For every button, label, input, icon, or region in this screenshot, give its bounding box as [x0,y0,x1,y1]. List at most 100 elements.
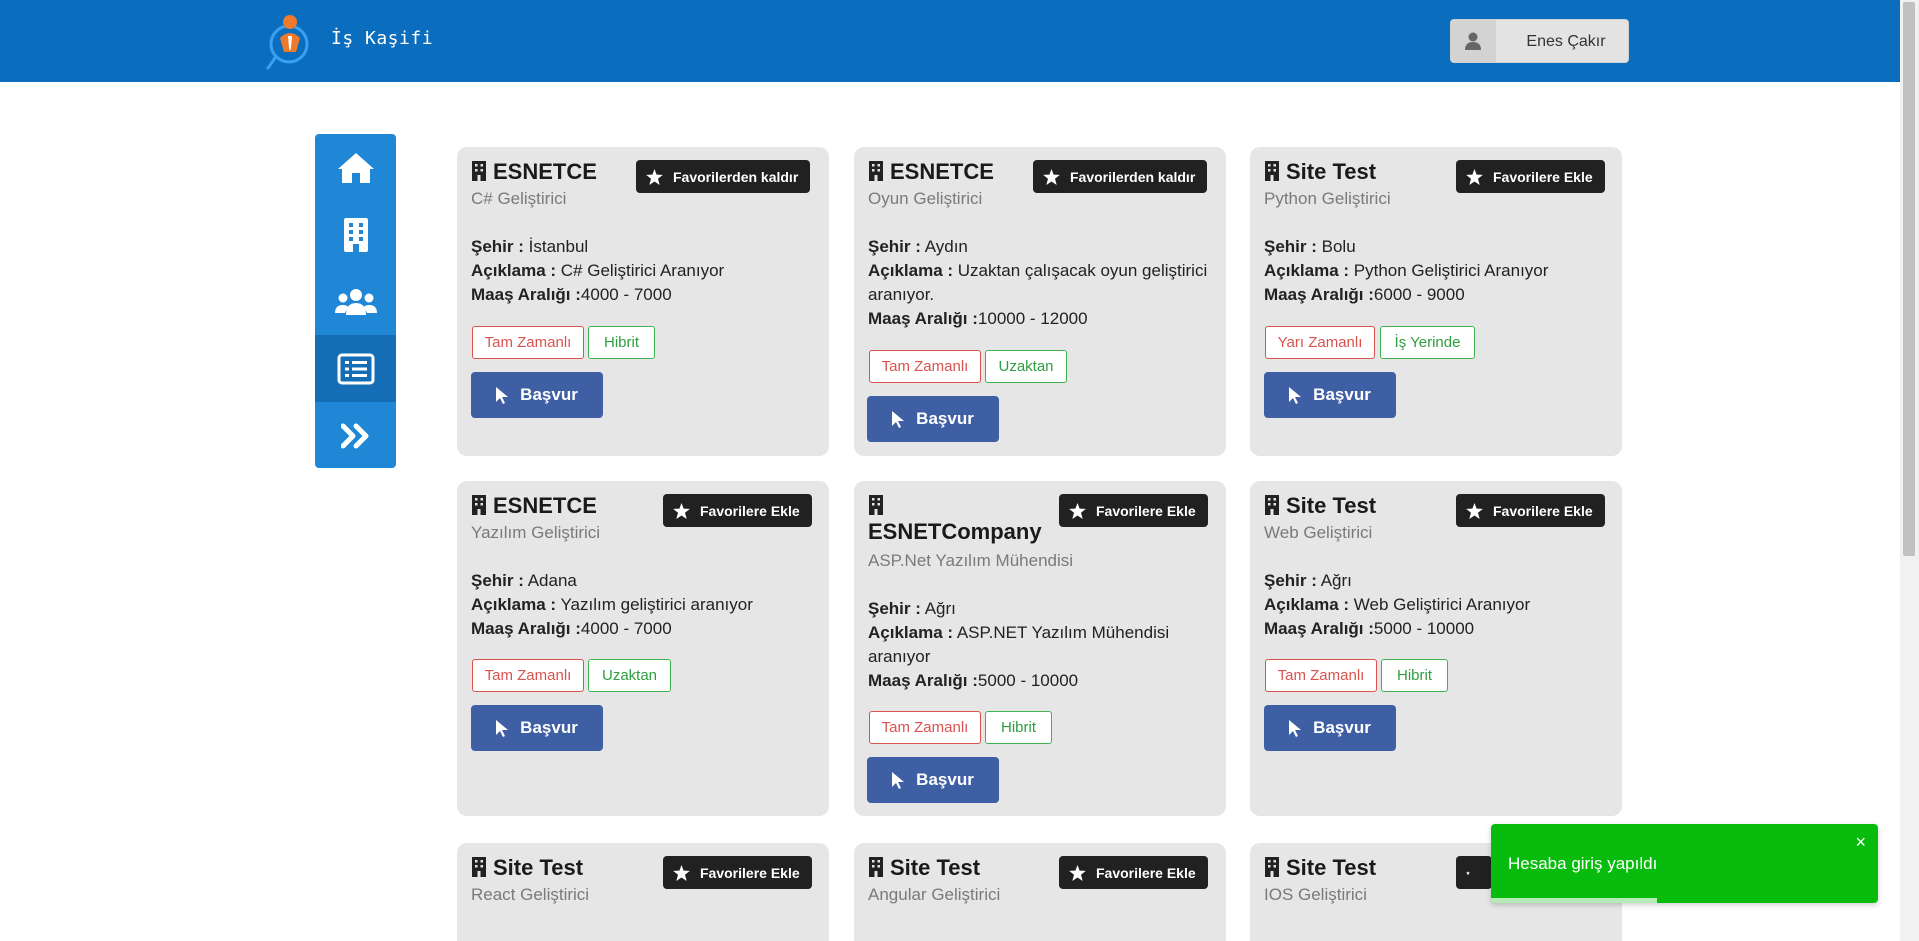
top-navbar: İş Kaşifi Enes Çakır [0,0,1900,82]
apply-button[interactable]: Başvur [471,372,603,418]
sidebar [315,134,396,468]
job-card: ESNETCompany ASP.Net Yazılım Mühendisi F… [854,481,1226,816]
position-title: Oyun Geliştirici [868,189,983,208]
position-title: Angular Geliştirici [868,885,1001,904]
sidebar-item-companies[interactable] [315,201,396,268]
work-mode-tag: Hibrit [588,326,655,359]
pointer-icon [892,410,905,428]
building-icon [343,217,368,252]
salary-row: Maaş Aralığı :5000 - 10000 [1264,619,1475,638]
building-icon [472,161,486,181]
company-name: ESNETCompany [868,519,1042,544]
list-icon [337,353,374,384]
add-favorite-button[interactable]: Favorilere Ekle [1059,494,1208,527]
apply-button[interactable]: Başvur [471,705,603,751]
pointer-icon [496,386,509,404]
add-favorite-button[interactable]: Favorilere Ekle [663,494,812,527]
job-card: Site Test React Geliştirici Favorilere E… [457,843,829,941]
salary-row: Maaş Aralığı :6000 - 9000 [1264,285,1465,304]
salary-row: Maaş Aralığı :5000 - 10000 [868,671,1079,690]
star-icon [646,168,663,185]
add-favorite-button[interactable]: Favorilere Ekle [1456,160,1605,193]
company-title: ESNETCompany [868,493,1048,545]
user-name: Enes Çakır [1526,33,1606,50]
building-icon [1265,161,1279,181]
company-title: Site Test [1264,855,1376,881]
user-menu-button[interactable]: Enes Çakır [1450,19,1629,63]
salary-row: Maaş Aralığı :4000 - 7000 [471,619,672,638]
work-type-tag: Yarı Zamanlı [1265,326,1375,359]
work-mode-tag: İş Yerinde [1380,326,1475,359]
star-icon [1069,864,1086,881]
logo-icon[interactable] [266,14,312,70]
position-title: Python Geliştirici [1264,189,1391,208]
toast-notification[interactable]: Hesaba giriş yapıldı × [1491,824,1878,903]
work-mode-tag: Hibrit [1381,659,1448,692]
work-type-tag: Tam Zamanlı [472,659,584,692]
users-icon [334,288,377,315]
position-title: C# Geliştirici [471,189,567,208]
star-icon [1069,502,1086,519]
description-row: Açıklama : ASP.NET Yazılım Mühendisi ara… [868,623,1170,666]
job-details: Şehir : Aydın Açıklama : Uzaktan çalışac… [868,235,1218,331]
scrollbar-thumb[interactable] [1903,2,1915,556]
job-card: ESNETCE C# Geliştirici Favorilerden kald… [457,147,829,456]
sidebar-item-users[interactable] [315,268,396,335]
company-title: ESNETCE [471,159,597,185]
apply-button[interactable]: Başvur [867,757,999,803]
city-row: Şehir : Ağrı [868,599,956,618]
work-type-tag: Tam Zamanlı [472,326,584,359]
position-title: Web Geliştirici [1264,523,1373,542]
sidebar-item-job-list[interactable] [315,335,396,402]
city-row: Şehir : Ağrı [1264,571,1352,590]
sidebar-item-home[interactable] [315,134,396,201]
company-title: Site Test [1264,493,1376,519]
add-favorite-button[interactable]: Favorilere Ekle [1456,494,1605,527]
sidebar-item-expand[interactable] [315,402,396,468]
position-title: IOS Geliştirici [1264,885,1367,904]
job-details: Şehir : Bolu Açıklama : Python Geliştiri… [1264,235,1614,307]
job-card: ESNETCE Yazılım Geliştirici Favorilere E… [457,481,829,816]
company-title: ESNETCE [471,493,597,519]
company-name: Site Test [493,855,584,880]
star-icon [1043,168,1060,185]
close-icon[interactable]: × [1855,832,1866,853]
user-icon-box [1451,20,1496,62]
work-mode-tag: Uzaktan [588,659,671,692]
company-title: ESNETCE [868,159,994,185]
remove-favorite-button[interactable]: Favorilerden kaldır [636,160,811,193]
job-card: ESNETCE Oyun Geliştirici Favorilerden ka… [854,147,1226,456]
building-icon [869,161,883,181]
toast-message: Hesaba giriş yapıldı [1508,854,1658,873]
add-favorite-button[interactable]: Favorilere Ekle [1059,856,1208,889]
star-icon [1466,870,1470,875]
building-icon [869,857,883,877]
city-row: Şehir : İstanbul [471,237,589,256]
salary-row: Maaş Aralığı :4000 - 7000 [471,285,672,304]
description-row: Açıklama : Yazılım geliştirici aranıyor [471,595,753,614]
position-title: Yazılım Geliştirici [471,523,601,542]
apply-button[interactable]: Başvur [1264,705,1396,751]
city-row: Şehir : Aydın [868,237,968,256]
work-mode-tag: Uzaktan [985,350,1067,383]
apply-button[interactable]: Başvur [1264,372,1396,418]
add-favorite-button[interactable]: Favorilere Ekle [663,856,812,889]
building-icon [1265,495,1279,515]
pointer-icon [496,719,509,737]
star-icon [1466,168,1483,185]
company-title: Site Test [1264,159,1376,185]
company-title: Site Test [868,855,980,881]
pointer-icon [1289,386,1302,404]
company-name: Site Test [1286,159,1377,184]
remove-favorite-button[interactable]: Favorilerden kaldır [1033,160,1208,193]
description-row: Açıklama : Uzaktan çalışacak oyun gelişt… [868,261,1208,304]
description-row: Açıklama : Python Geliştirici Aranıyor [1264,261,1549,280]
add-favorite-button[interactable] [1456,856,1492,889]
description-row: Açıklama : Web Geliştirici Aranıyor [1264,595,1531,614]
job-card: Site Test Web Geliştirici Favorilere Ekl… [1250,481,1622,816]
position-title: ASP.Net Yazılım Mühendisi [868,551,1074,570]
position-title: React Geliştirici [471,885,590,904]
apply-button[interactable]: Başvur [867,396,999,442]
pointer-icon [1289,719,1302,737]
app-title[interactable]: İş Kaşifi [331,28,433,49]
